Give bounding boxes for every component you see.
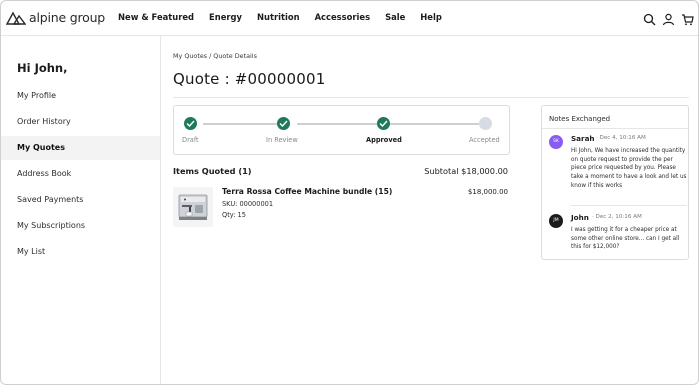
product-name[interactable]: Terra Rossa Coffee Machine bundle (15) xyxy=(222,187,392,196)
step-approved-check-icon xyxy=(377,117,390,130)
nav-accessories[interactable]: Accessories xyxy=(315,12,370,22)
nav-sale[interactable]: Sale xyxy=(385,12,405,22)
notes-panel: Notes Exchanged SK Sarah · Dec 4, 10:16 … xyxy=(541,105,689,260)
sidebar-item-address-book[interactable]: Address Book xyxy=(1,162,160,186)
product-price: $18,000.00 xyxy=(467,188,508,196)
note-author: John xyxy=(571,213,589,222)
sidebar-item-saved-payments[interactable]: Saved Payments xyxy=(1,188,160,212)
step-connector xyxy=(390,123,486,125)
greeting: Hi John, xyxy=(17,61,68,75)
step-accepted-dot xyxy=(479,117,492,130)
page-title: Quote : #00000001 xyxy=(173,70,326,88)
step-label-in-review: In Review xyxy=(266,136,298,144)
step-connector xyxy=(297,123,377,125)
app-frame: alpine group New & Featured Energy Nutri… xyxy=(0,0,699,385)
sidebar-item-my-quotes[interactable]: My Quotes xyxy=(1,136,160,160)
product-qty: Qty: 15 xyxy=(222,211,246,219)
account-sidebar: Hi John, My Profile Order History My Quo… xyxy=(1,36,161,384)
step-draft-check-icon xyxy=(184,117,197,130)
sidebar-item-my-subscriptions[interactable]: My Subscriptions xyxy=(1,214,160,238)
product-sku: SKU: 00000001 xyxy=(222,200,274,208)
avatar: SK xyxy=(549,135,563,149)
divider xyxy=(542,128,688,129)
top-header: alpine group New & Featured Energy Nutri… xyxy=(1,1,698,36)
nav-nutrition[interactable]: Nutrition xyxy=(257,12,300,22)
breadcrumb[interactable]: My Quotes / Quote Details xyxy=(173,52,257,60)
sidebar-item-order-history[interactable]: Order History xyxy=(1,110,160,134)
sidebar-item-my-profile[interactable]: My Profile xyxy=(1,84,160,108)
notes-title: Notes Exchanged xyxy=(549,115,611,123)
items-quoted-title: Items Quoted (1) xyxy=(173,166,252,176)
note-time: · Dec 2, 10:16 AM xyxy=(592,214,642,220)
search-icon[interactable] xyxy=(643,11,656,26)
brand-logo[interactable]: alpine group xyxy=(6,10,105,25)
avatar: JM xyxy=(549,214,563,228)
note-author: Sarah xyxy=(571,134,595,143)
sidebar-item-my-list[interactable]: My List xyxy=(1,240,160,264)
main-nav: New & Featured Energy Nutrition Accessor… xyxy=(118,12,457,22)
step-label-accepted: Accepted xyxy=(469,136,500,144)
step-in-review-check-icon xyxy=(277,117,290,130)
divider xyxy=(571,205,687,206)
divider xyxy=(173,97,689,98)
brand-name: alpine group xyxy=(29,10,106,25)
mountains-logo-icon xyxy=(6,11,26,25)
step-label-draft: Draft xyxy=(182,136,199,144)
user-icon[interactable] xyxy=(662,11,675,26)
note-text: Hi John, We have increased the quantity … xyxy=(571,148,687,189)
subtotal: Subtotal $18,000.00 xyxy=(424,166,508,176)
coffee-machine-image[interactable] xyxy=(173,187,213,227)
nav-energy[interactable]: Energy xyxy=(209,12,242,22)
cart-icon[interactable] xyxy=(681,11,694,26)
quote-status-tracker: Draft In Review Approved Accepted xyxy=(173,105,510,155)
note-time: · Dec 4, 10:16 AM xyxy=(596,135,646,141)
header-actions xyxy=(643,11,694,26)
step-label-approved: Approved xyxy=(366,136,402,144)
nav-help[interactable]: Help xyxy=(420,12,442,22)
note-text: I was getting it for a cheaper price at … xyxy=(571,227,680,251)
step-connector xyxy=(203,123,283,125)
nav-new-featured[interactable]: New & Featured xyxy=(118,12,194,22)
